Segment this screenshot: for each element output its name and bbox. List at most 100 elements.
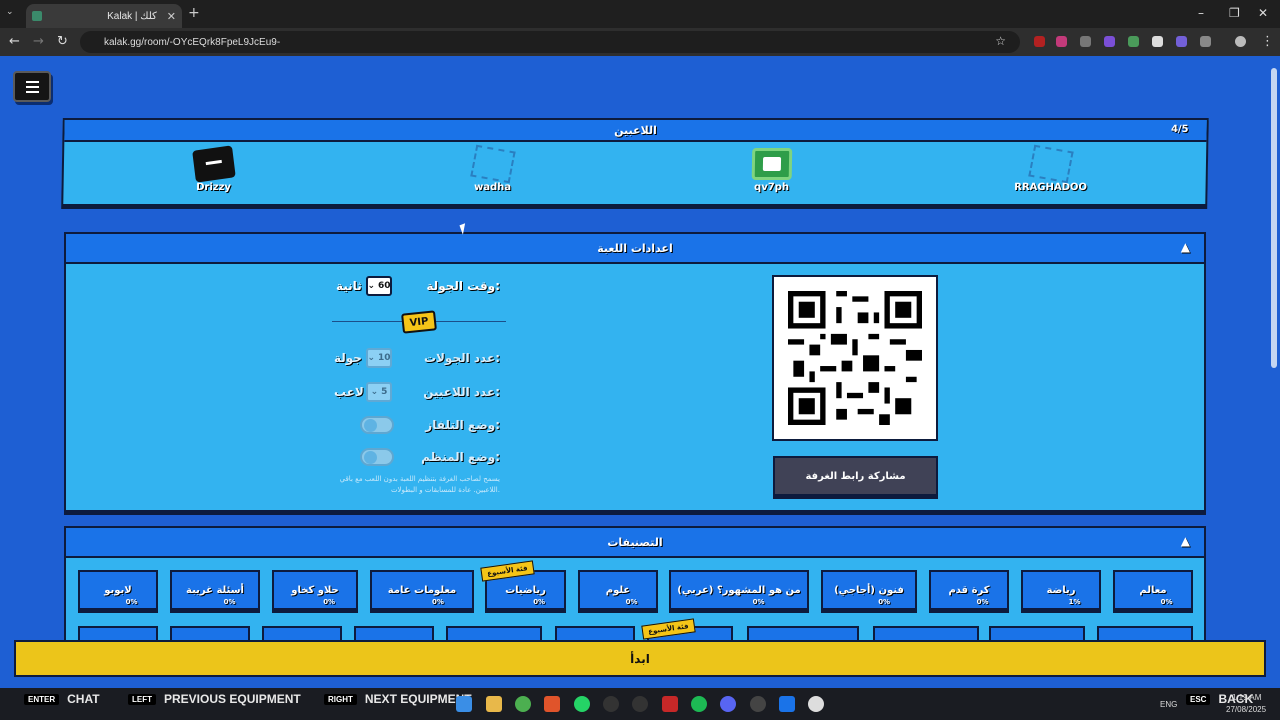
- windows-start-icon[interactable]: [456, 696, 472, 712]
- key-hint: ENTER CHAT: [24, 692, 100, 706]
- browser-menu-icon[interactable]: ⋮: [1261, 34, 1274, 49]
- bookmark-star-icon[interactable]: ☆: [995, 34, 1006, 48]
- category-name: من هو المشهور؟ (عربي): [677, 584, 801, 596]
- tv-mode-label: وضع التلفاز:: [425, 418, 500, 432]
- category-card[interactable]: علوم 0%: [578, 570, 658, 610]
- tv-mode-toggle[interactable]: [360, 416, 394, 434]
- room-qr-code: [772, 275, 938, 441]
- browser-tab-strip: ⌄ Kalak | كلك ✕ + – ❐ ✕: [0, 0, 1280, 28]
- language-indicator[interactable]: ENG: [1160, 700, 1177, 709]
- category-name: لابوبو: [104, 584, 132, 596]
- organizer-mode-toggle[interactable]: [360, 448, 394, 466]
- player-slot[interactable]: RRAGHADOO: [1010, 144, 1091, 193]
- settings-header[interactable]: اعدادات اللعبة ▲: [66, 234, 1204, 264]
- reload-icon[interactable]: ↻: [57, 34, 68, 49]
- hamburger-menu-button[interactable]: [13, 71, 51, 102]
- forward-icon[interactable]: →: [33, 34, 44, 49]
- rounds-unit: جولة: [334, 351, 362, 365]
- player-slot[interactable]: Drizzy: [173, 145, 254, 193]
- share-room-link-button[interactable]: مشاركة رابط الغرفة: [773, 456, 938, 496]
- player-name: qv7ph: [753, 182, 790, 193]
- categories-header[interactable]: التصنيفات ▲: [66, 528, 1204, 558]
- player-slot[interactable]: qv7ph: [731, 148, 812, 193]
- qr-code-graphic: [788, 291, 922, 425]
- player-avatar: [470, 144, 516, 184]
- organizer-mode-label: وضع المنظم:: [421, 450, 500, 464]
- category-card[interactable]: معلومات عامة 0%: [370, 570, 474, 610]
- menu-line: [25, 80, 39, 83]
- player-count: 4/5: [1170, 124, 1189, 135]
- key-hint: RIGHT NEXT EQUIPMENT: [324, 692, 472, 706]
- extension-icon[interactable]: [1056, 36, 1067, 47]
- clock-date[interactable]: 27/08/2025: [1226, 705, 1266, 714]
- collapse-triangle-icon[interactable]: ▲: [1181, 240, 1190, 254]
- category-card[interactable]: حلاو كخاو 0%: [272, 570, 358, 610]
- close-window-icon[interactable]: ✕: [1258, 6, 1268, 20]
- app-icon[interactable]: [750, 696, 766, 712]
- minimize-icon[interactable]: –: [1198, 6, 1204, 20]
- app-icon[interactable]: [662, 696, 678, 712]
- category-card[interactable]: كرة قدم 0%: [929, 570, 1009, 610]
- app-icon[interactable]: [632, 696, 648, 712]
- category-percent: 0%: [625, 598, 638, 606]
- category-percent: 1%: [1068, 598, 1081, 606]
- spotify-icon[interactable]: [691, 696, 707, 712]
- chrome-icon[interactable]: [515, 696, 531, 712]
- category-card[interactable]: أسئلة غريبة 0%: [170, 570, 260, 610]
- scrollbar-thumb[interactable]: [1271, 68, 1277, 368]
- key-action: PREVIOUS EQUIPMENT: [164, 692, 301, 706]
- extension-icon[interactable]: [1034, 36, 1045, 47]
- url-text: kalak.gg/room/-OYcEQrk8FpeL9JcEu9-: [104, 36, 281, 48]
- categories-title: التصنيفات: [607, 535, 663, 549]
- extensions-puzzle-icon[interactable]: [1200, 36, 1211, 47]
- rounds-select[interactable]: ⌄ 10: [366, 348, 392, 368]
- file-explorer-icon[interactable]: [486, 696, 502, 712]
- clock-time[interactable]: 1:19 AM: [1232, 693, 1261, 702]
- key-label: RIGHT: [324, 693, 357, 705]
- brave-icon[interactable]: [544, 696, 560, 712]
- app-icon[interactable]: [779, 696, 795, 712]
- divider: [436, 321, 506, 322]
- category-name: معالم: [1139, 584, 1167, 596]
- players-panel: اللاعبين 4/5 Drizzy wadha qv7ph RRAGHADO…: [61, 118, 1209, 206]
- whatsapp-icon[interactable]: [574, 696, 590, 712]
- browser-tab[interactable]: Kalak | كلك ✕: [26, 4, 182, 28]
- collapse-triangle-icon[interactable]: ▲: [1181, 534, 1190, 548]
- category-card[interactable]: رياضة 1%: [1021, 570, 1101, 610]
- address-bar[interactable]: kalak.gg/room/-OYcEQrk8FpeL9JcEu9- ☆: [80, 31, 1020, 53]
- category-percent: 0%: [878, 598, 891, 606]
- start-game-button[interactable]: ابدأ: [14, 640, 1266, 677]
- back-icon[interactable]: ←: [9, 34, 20, 49]
- close-tab-icon[interactable]: ✕: [167, 10, 176, 23]
- category-card[interactable]: معالم 0%: [1113, 570, 1193, 610]
- chevron-down-icon: ⌄: [367, 353, 376, 363]
- tab-title: Kalak | كلك: [107, 10, 157, 22]
- overwatch-icon[interactable]: [808, 696, 824, 712]
- extension-icon[interactable]: [1080, 36, 1091, 47]
- discord-icon[interactable]: [720, 696, 736, 712]
- category-card[interactable]: من هو المشهور؟ (عربي) 0%: [669, 570, 809, 610]
- key-label: LEFT: [128, 693, 156, 705]
- category-percent: 0%: [432, 598, 444, 606]
- rounds-value: 10: [378, 353, 391, 363]
- tab-search-icon[interactable]: ⌄: [6, 7, 14, 17]
- extension-icon[interactable]: [1176, 36, 1187, 47]
- player-slot[interactable]: wadha: [452, 144, 533, 193]
- player-name: Drizzy: [196, 182, 232, 193]
- extension-icon[interactable]: [1152, 36, 1163, 47]
- round-time-select[interactable]: ⌄ 60: [366, 276, 392, 296]
- category-percent: 0%: [1160, 598, 1173, 606]
- rounds-label: عدد الجولات:: [423, 351, 500, 365]
- category-card[interactable]: فنون (أجاجي) 0%: [821, 570, 917, 610]
- restore-icon[interactable]: ❐: [1229, 6, 1240, 20]
- app-icon[interactable]: [603, 696, 619, 712]
- page-scrollbar[interactable]: [1268, 56, 1280, 688]
- player-avatar: [192, 145, 236, 183]
- category-card[interactable]: لابوبو 0%: [78, 570, 158, 610]
- profile-avatar[interactable]: [1235, 36, 1246, 47]
- extension-icon[interactable]: [1104, 36, 1115, 47]
- new-tab-icon[interactable]: +: [188, 5, 200, 21]
- extension-icon[interactable]: [1128, 36, 1139, 47]
- category-name: أسئلة غريبة: [186, 584, 244, 596]
- players-count-select[interactable]: ⌄ 5: [366, 382, 392, 402]
